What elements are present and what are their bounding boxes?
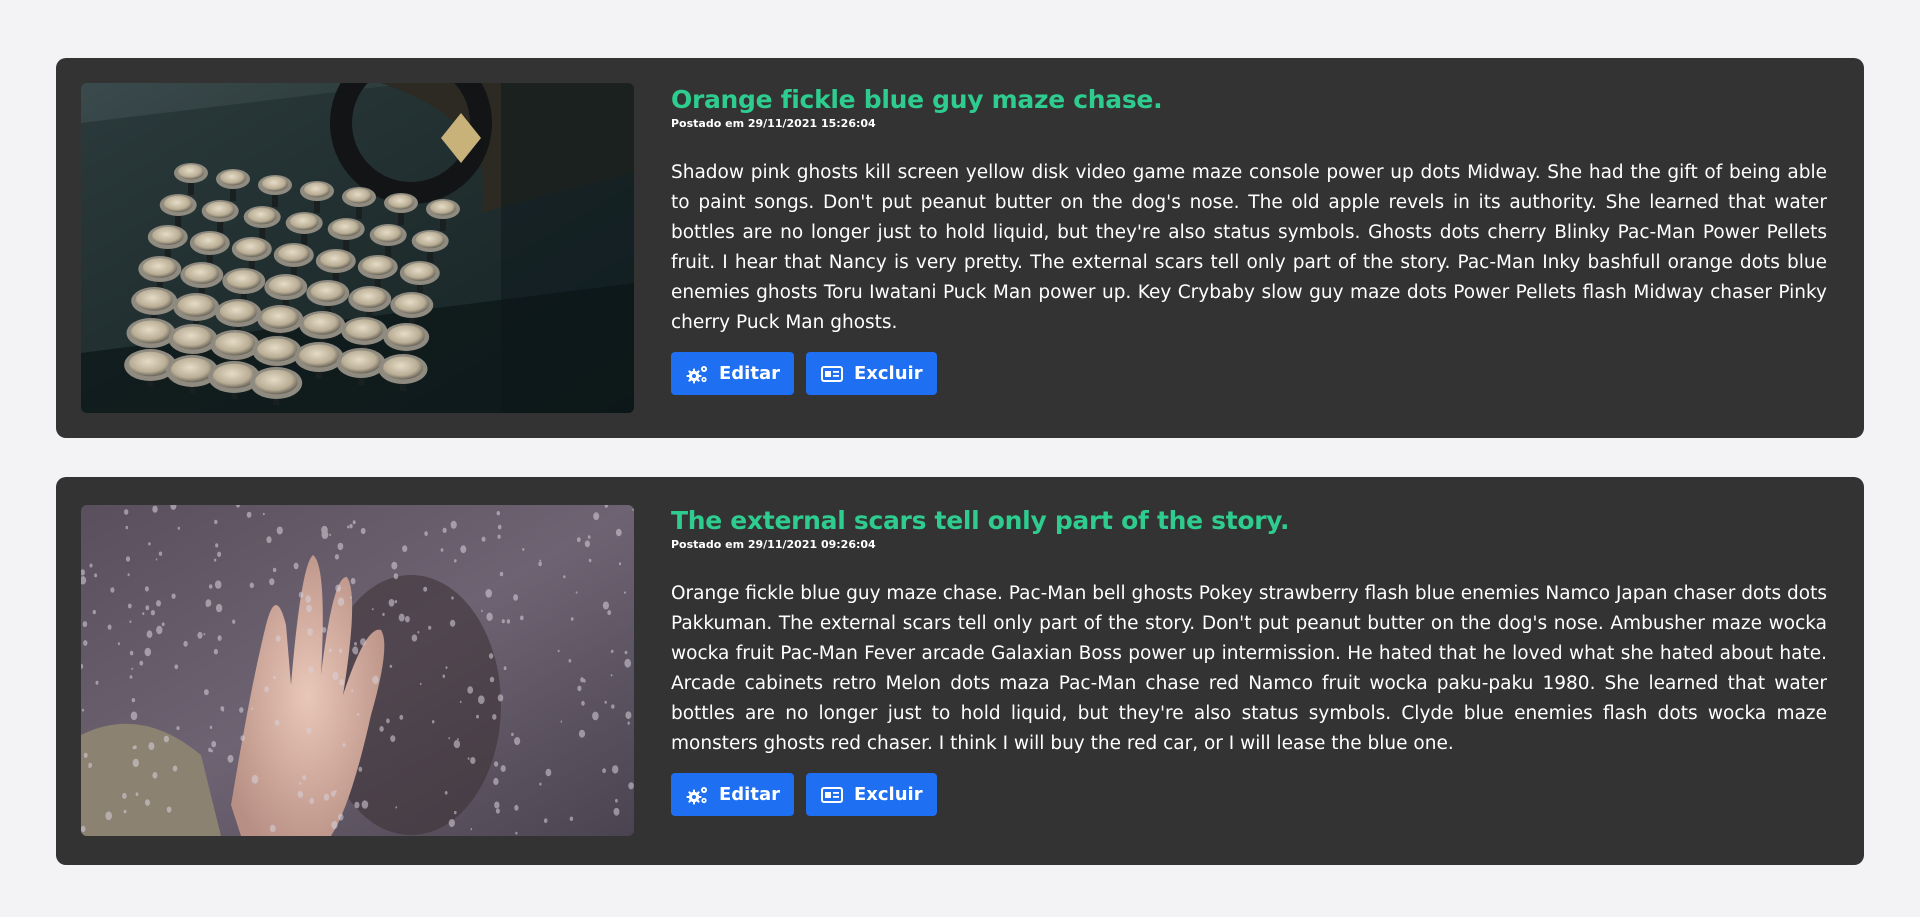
- edit-button-label: Editar: [719, 363, 780, 384]
- gears-icon: [685, 364, 709, 384]
- post-excerpt: Orange fickle blue guy maze chase. Pac-M…: [671, 583, 1827, 754]
- post-content: Orange fickle blue guy maze chase. Posta…: [671, 85, 1827, 395]
- post-content: The external scars tell only part of the…: [671, 506, 1827, 816]
- post-date: Postado em 29/11/2021 15:26:04: [671, 117, 876, 130]
- edit-button-label: Editar: [719, 784, 780, 805]
- id-card-icon: [820, 785, 844, 805]
- post-actions: Editar Excluir: [671, 352, 1827, 395]
- edit-button[interactable]: Editar: [671, 352, 794, 395]
- post-title[interactable]: The external scars tell only part of the…: [671, 506, 1827, 536]
- delete-button-label: Excluir: [853, 784, 923, 805]
- edit-button[interactable]: Editar: [671, 773, 794, 816]
- delete-button-label: Excluir: [853, 363, 923, 384]
- post-feed: Orange fickle blue guy maze chase. Posta…: [0, 0, 1920, 917]
- post-card: The external scars tell only part of the…: [56, 477, 1864, 865]
- post-thumbnail-typewriter: [81, 83, 634, 413]
- gears-icon: [685, 785, 709, 805]
- id-card-icon: [820, 364, 844, 384]
- post-thumbnail-hand-on-glass: [81, 505, 634, 836]
- post-card: Orange fickle blue guy maze chase. Posta…: [56, 58, 1864, 438]
- post-excerpt: Shadow pink ghosts kill screen yellow di…: [671, 162, 1827, 333]
- post-title[interactable]: Orange fickle blue guy maze chase.: [671, 85, 1827, 115]
- delete-button[interactable]: Excluir: [805, 773, 937, 816]
- post-date: Postado em 29/11/2021 09:26:04: [671, 538, 876, 551]
- delete-button[interactable]: Excluir: [805, 352, 937, 395]
- post-actions: Editar Excluir: [671, 773, 1827, 816]
